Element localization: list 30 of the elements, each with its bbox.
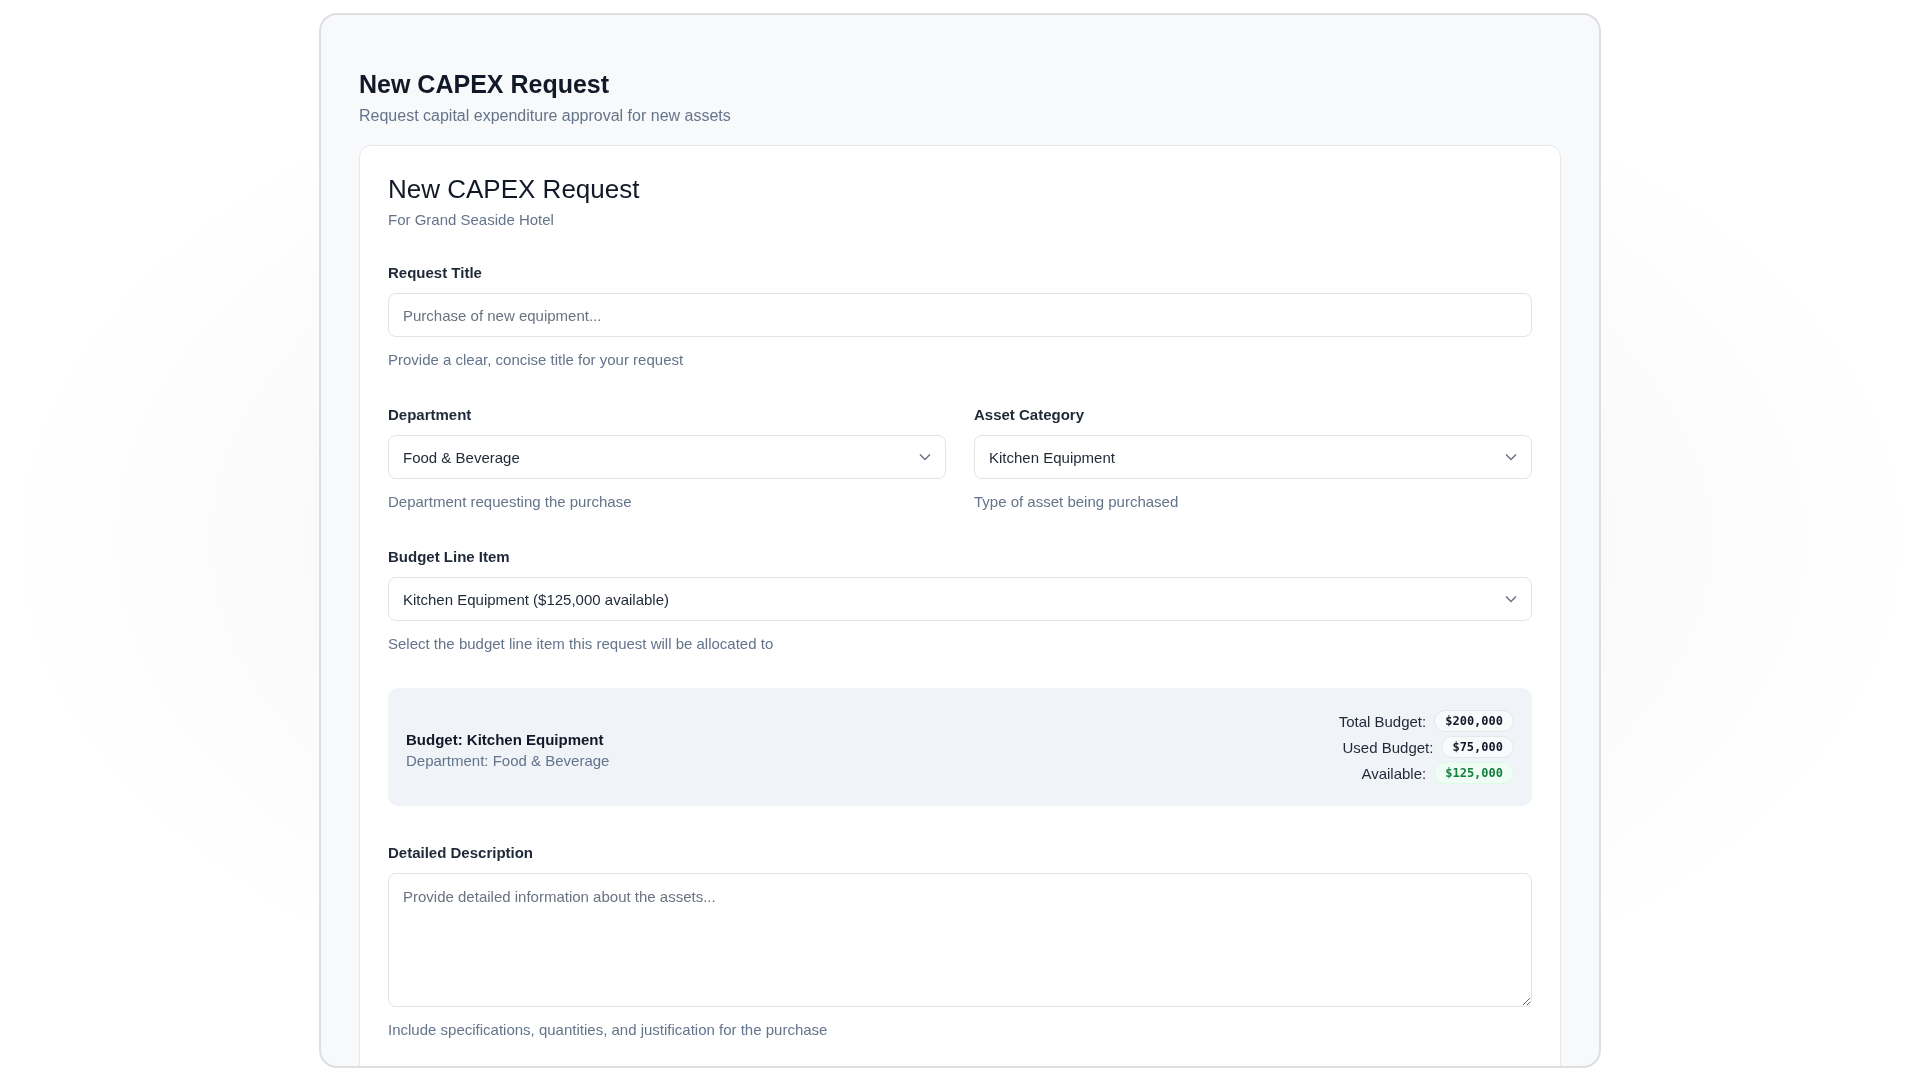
budget-amount: $75,000 xyxy=(1441,736,1514,758)
field-help-text: Type of asset being purchased xyxy=(974,493,1180,510)
field-help-text: Provide a clear, concise title for your request xyxy=(388,351,685,368)
budget-stat-label: Total Budget: xyxy=(1338,712,1427,730)
card-title: New CAPEX Request xyxy=(388,174,641,205)
card-subtitle: For Grand Seaside Hotel xyxy=(388,211,555,228)
page-subtitle: Request capital expenditure approval for new assets xyxy=(359,107,732,125)
field-help-text: Department requesting the purchase xyxy=(388,493,633,510)
chevron-down-icon xyxy=(919,453,931,461)
chevron-down-icon xyxy=(1505,595,1517,603)
page-title: New CAPEX Request xyxy=(359,70,611,99)
budget-stat-label: Used Budget: xyxy=(1342,738,1434,756)
field-label: Detailed Description xyxy=(388,844,535,861)
budget-department: Department: Food & Beverage xyxy=(406,752,610,769)
field-label: Budget Line Item xyxy=(388,548,511,565)
text-input-field[interactable]: Purchase of new equipment... xyxy=(388,293,1532,337)
field-label: Asset Category xyxy=(974,406,1086,423)
field-label: Request Title xyxy=(388,264,483,281)
description-textarea[interactable]: Provide detailed information about the assets... xyxy=(388,873,1532,1007)
field-help-text: Select the budget line item this request will be allocated to xyxy=(388,635,775,652)
chevron-down-icon xyxy=(1505,453,1517,461)
budget-amount: $200,000 xyxy=(1434,710,1514,732)
select-dropdown[interactable]: Kitchen Equipment ($125,000 available) xyxy=(388,577,1532,621)
budget-amount: $125,000 xyxy=(1434,762,1514,784)
budget-title: Budget: Kitchen Equipment xyxy=(406,731,605,748)
field-help-text: Include specifications, quantities, and justification for the purchase xyxy=(388,1021,829,1038)
budget-stat-label: Available: xyxy=(1361,764,1427,782)
select-dropdown[interactable]: Kitchen Equipment xyxy=(974,435,1532,479)
field-label: Department xyxy=(388,406,473,423)
select-dropdown[interactable]: Food & Beverage xyxy=(388,435,946,479)
